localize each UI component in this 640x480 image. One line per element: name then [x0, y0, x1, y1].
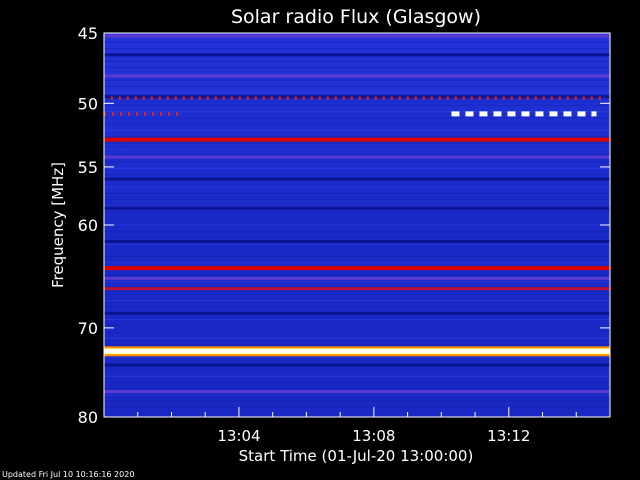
plot-area: [104, 33, 610, 417]
x-tick-label: 13:04: [217, 427, 260, 445]
spectrogram-chart: Solar radio Flux (Glasgow) 455055607080 …: [49, 6, 611, 465]
y-tick-label: 45: [78, 24, 98, 43]
updated-timestamp: Updated Fri Jul 10 10:16:16 2020: [2, 470, 135, 479]
y-tick-label: 55: [78, 158, 98, 177]
y-axis-label: Frequency [MHz]: [49, 162, 67, 288]
y-tick-label: 60: [78, 216, 98, 235]
y-tick-label: 80: [78, 408, 98, 427]
x-axis-label: Start Time (01-Jul-20 13:00:00): [239, 447, 474, 465]
y-tick-label: 70: [78, 319, 98, 338]
chart-title: Solar radio Flux (Glasgow): [231, 6, 481, 28]
x-tick-label: 13:08: [352, 427, 395, 445]
y-tick-label: 50: [78, 94, 98, 113]
x-tick-label: 13:12: [487, 427, 530, 445]
